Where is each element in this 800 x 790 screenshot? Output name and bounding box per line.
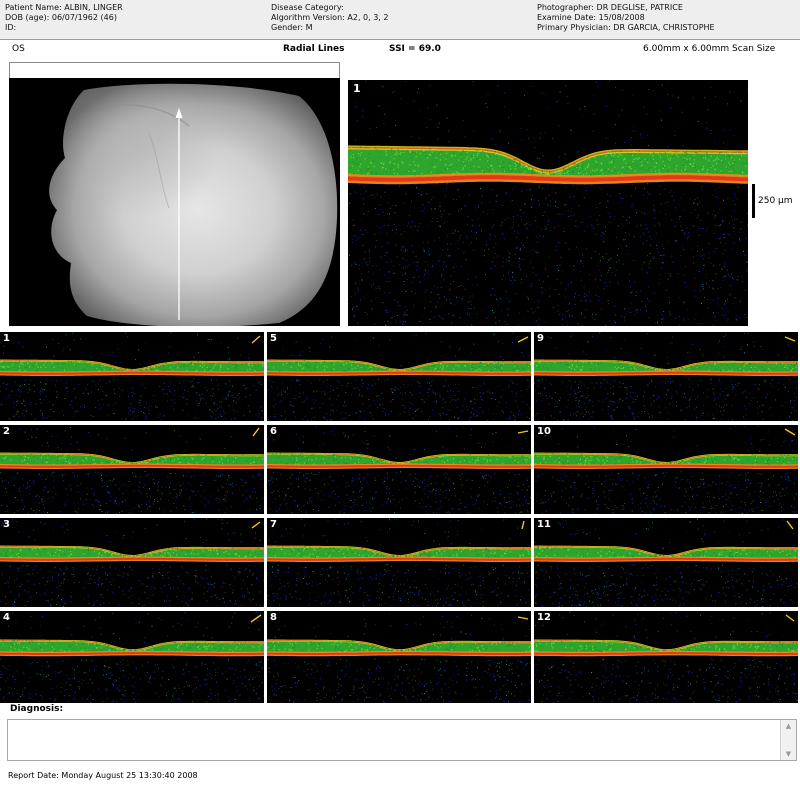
scan-size: 6.00mm x 6.00mm Scan Size bbox=[643, 44, 776, 54]
scroll-down-icon[interactable]: ▼ bbox=[781, 748, 796, 760]
photographer: Photographer: DR DEGLISE, PATRICE bbox=[537, 3, 683, 12]
scale-bar bbox=[752, 184, 755, 218]
primary-physician: Primary Physician: DR GARCIA, CHRISTOPHE bbox=[537, 23, 715, 32]
disease-category: Disease Category: bbox=[271, 3, 344, 12]
patient-id: ID: bbox=[5, 23, 17, 32]
ssi-value: SSI = 69.0 bbox=[389, 44, 441, 54]
scan-number: 2 bbox=[3, 426, 10, 437]
exam-date: Examine Date: 15/08/2008 bbox=[537, 13, 645, 22]
patient-info-column: Patient Name: ALBIN, LINGER DOB (age): 0… bbox=[5, 3, 123, 33]
scan-number: 12 bbox=[537, 612, 551, 623]
scan-direction-icon bbox=[517, 336, 529, 343]
radial-scan-2[interactable]: 2 bbox=[0, 425, 264, 514]
radial-scan-5[interactable]: 5 bbox=[267, 332, 531, 421]
radial-scan-7[interactable]: 7 bbox=[267, 518, 531, 607]
scan-direction-icon bbox=[250, 614, 262, 623]
radial-scan-12[interactable]: 12 bbox=[534, 611, 798, 703]
diagnosis-textarea[interactable]: ▲ ▼ bbox=[7, 719, 797, 761]
patient-name: Patient Name: ALBIN, LINGER bbox=[5, 3, 123, 12]
fundus-image bbox=[9, 78, 340, 326]
scan-direction-icon bbox=[251, 335, 261, 344]
scan-number: 4 bbox=[3, 612, 10, 623]
scan-direction-icon bbox=[786, 520, 794, 530]
scan-direction-icon bbox=[251, 521, 261, 529]
radial-scan-3[interactable]: 3 bbox=[0, 518, 264, 607]
diagnosis-label: Diagnosis: bbox=[10, 704, 64, 714]
radial-scan-8[interactable]: 8 bbox=[267, 611, 531, 703]
scan-direction-icon bbox=[252, 427, 260, 437]
exam-info-column: Disease Category: Algorithm Version: A2,… bbox=[271, 3, 388, 33]
scale-label: 250 μm bbox=[758, 196, 793, 206]
scan-number: 6 bbox=[270, 426, 277, 437]
scroll-up-icon[interactable]: ▲ bbox=[781, 720, 796, 732]
radial-scan-9[interactable]: 9 bbox=[534, 332, 798, 421]
scan-number: 1 bbox=[3, 333, 10, 344]
scan-direction-icon bbox=[521, 520, 525, 530]
algorithm-version: Algorithm Version: A2, 0, 3, 2 bbox=[271, 13, 389, 22]
scan-direction-icon bbox=[517, 430, 529, 434]
staff-info-column: Photographer: DR DEGLISE, PATRICE Examin… bbox=[537, 3, 715, 33]
scan-number: 7 bbox=[270, 519, 277, 530]
radial-scan-11[interactable]: 11 bbox=[534, 518, 798, 607]
scan-number: 9 bbox=[537, 333, 544, 344]
patient-dob: DOB (age): 06/07/1962 (46) bbox=[5, 13, 117, 22]
radial-scan-4[interactable]: 4 bbox=[0, 611, 264, 703]
report-date: Report Date: Monday August 25 13:30:40 2… bbox=[8, 771, 198, 780]
diagnosis-scrollbar[interactable]: ▲ ▼ bbox=[780, 720, 796, 760]
scan-number: 3 bbox=[3, 519, 10, 530]
scan-number: 8 bbox=[270, 612, 277, 623]
eye-label: OS bbox=[12, 44, 25, 54]
scan-number: 10 bbox=[537, 426, 551, 437]
scan-direction-icon bbox=[784, 428, 796, 436]
scan-direction-icon bbox=[784, 336, 796, 342]
main-scan-number: 1 bbox=[353, 82, 361, 95]
patient-gender: Gender: M bbox=[271, 23, 313, 32]
scan-protocol: Radial Lines bbox=[283, 44, 345, 54]
scan-number: 5 bbox=[270, 333, 277, 344]
radial-scan-1[interactable]: 1 bbox=[0, 332, 264, 421]
scan-direction-icon bbox=[785, 614, 795, 622]
radial-scan-10[interactable]: 10 bbox=[534, 425, 798, 514]
radial-scan-6[interactable]: 6 bbox=[267, 425, 531, 514]
scan-direction-icon bbox=[517, 616, 529, 620]
main-oct-scan[interactable]: 1 bbox=[348, 80, 748, 326]
patient-header: Patient Name: ALBIN, LINGER DOB (age): 0… bbox=[0, 0, 800, 40]
scan-number: 11 bbox=[537, 519, 551, 530]
